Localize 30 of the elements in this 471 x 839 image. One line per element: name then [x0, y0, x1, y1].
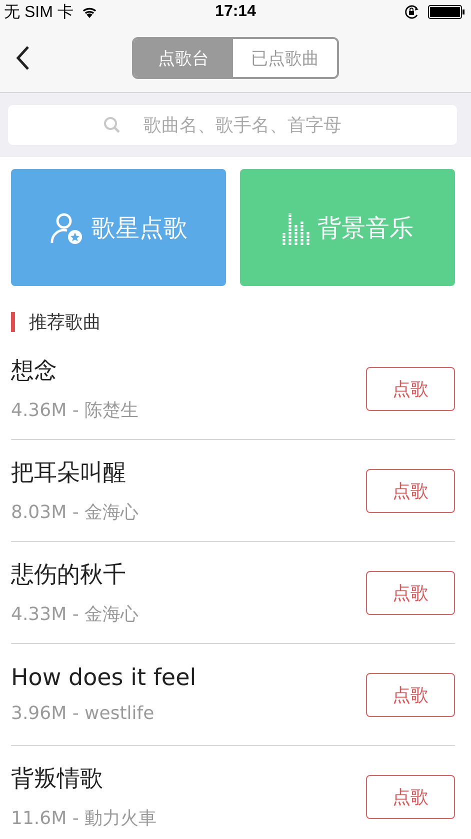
battery-icon	[428, 5, 465, 19]
order-button[interactable]: 点歌	[366, 774, 455, 818]
song-info: 4.36M - 陈楚生	[11, 399, 139, 422]
person-star-icon	[50, 210, 84, 244]
search-field[interactable]: 歌曲名、歌手名、首字母	[8, 105, 457, 145]
rotation-lock-icon	[404, 5, 420, 19]
clock-text: 17:14	[215, 3, 256, 21]
song-title: 想念	[11, 357, 58, 386]
song-title: 悲伤的秋千	[11, 561, 127, 590]
singer-button[interactable]: 歌星点歌	[11, 169, 226, 286]
equalizer-icon	[282, 210, 310, 244]
song-info: 8.03M - 金海心	[11, 501, 139, 524]
order-button[interactable]: 点歌	[366, 570, 455, 614]
order-button[interactable]: 点歌	[366, 468, 455, 512]
song-title: 把耳朵叫醒	[11, 459, 127, 488]
song-info: 11.6M - 動力火車	[11, 807, 157, 830]
section-marker	[11, 312, 15, 332]
segment-tab[interactable]: 已点歌曲	[233, 39, 337, 77]
order-button[interactable]: 点歌	[366, 672, 455, 716]
chevron-left-icon	[16, 45, 30, 71]
song-info: 4.33M - 金海心	[11, 603, 139, 626]
segment-tab[interactable]: 点歌台	[134, 39, 233, 77]
wifi-icon	[81, 6, 98, 18]
section-title: 推荐歌曲	[29, 311, 101, 334]
carrier-text: 无 SIM 卡	[4, 2, 74, 22]
song-title: How does it feel	[11, 665, 196, 691]
music-button[interactable]: 背景音乐	[240, 169, 455, 286]
song-title: 背叛情歌	[11, 765, 104, 794]
order-button[interactable]: 点歌	[366, 366, 455, 410]
song-info: 3.96M - westlife	[11, 703, 156, 724]
